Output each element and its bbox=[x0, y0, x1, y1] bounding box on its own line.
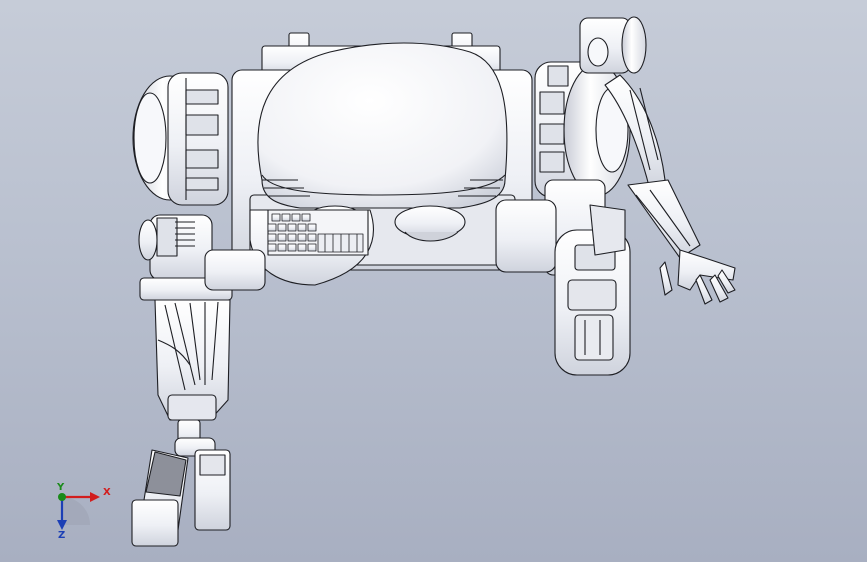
x-axis-label: X bbox=[103, 487, 111, 498]
robot-model-view[interactable] bbox=[0, 0, 867, 562]
left-gripper bbox=[131, 419, 231, 547]
robot-model[interactable] bbox=[131, 16, 736, 547]
right-lower-module bbox=[495, 179, 631, 376]
head-dome bbox=[257, 42, 508, 209]
orientation-triad bbox=[57, 492, 100, 530]
y-axis-dot bbox=[58, 493, 66, 501]
y-axis-label: Y bbox=[57, 482, 65, 493]
x-axis-arrowhead bbox=[90, 492, 100, 502]
z-axis-label: Z bbox=[58, 530, 66, 541]
left-forearm bbox=[154, 299, 231, 421]
left-shoulder-motor bbox=[132, 72, 229, 206]
right-forearm bbox=[627, 179, 701, 259]
cad-viewport[interactable]: X Y Z bbox=[0, 0, 867, 562]
right-hand bbox=[659, 249, 736, 305]
